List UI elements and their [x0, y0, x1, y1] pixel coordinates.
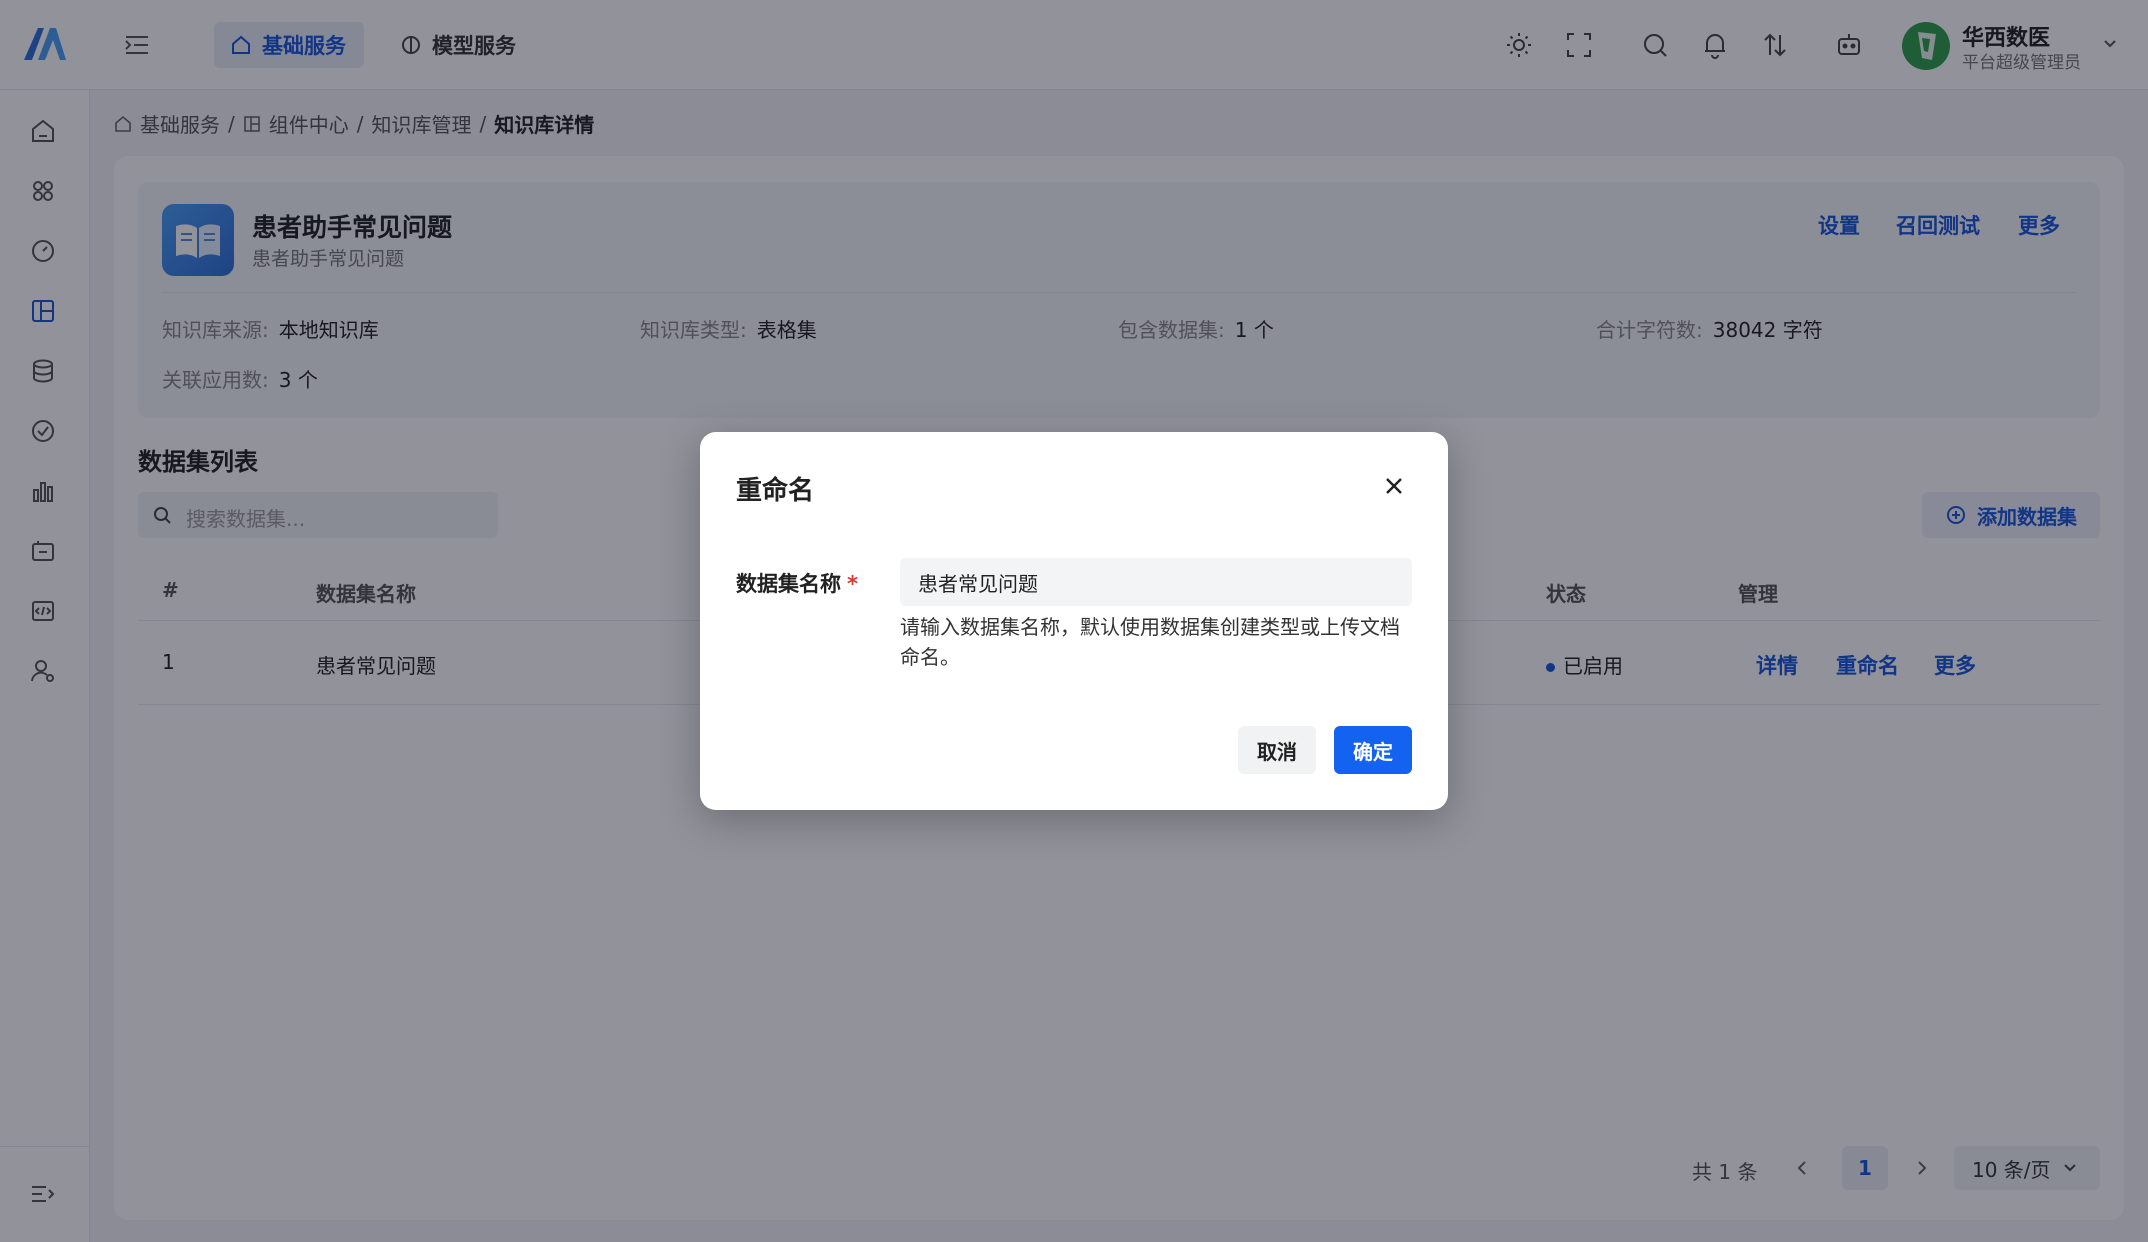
rename-dialog: 重命名 数据集名称* 请输入数据集名称，默认使用数据集创建类型或上传文档命名。 …: [700, 432, 1448, 810]
cancel-button[interactable]: 取消: [1238, 726, 1316, 774]
dataset-name-input[interactable]: [900, 558, 1412, 606]
dataset-name-label: 数据集名称 *: [736, 572, 858, 596]
confirm-button[interactable]: 确定: [1334, 726, 1412, 774]
field-help-text: 请输入数据集名称，默认使用数据集创建类型或上传文档命名。: [900, 615, 1400, 669]
close-icon[interactable]: [1380, 472, 1408, 500]
required-mark: *: [847, 572, 858, 596]
dialog-title: 重命名: [736, 476, 815, 506]
